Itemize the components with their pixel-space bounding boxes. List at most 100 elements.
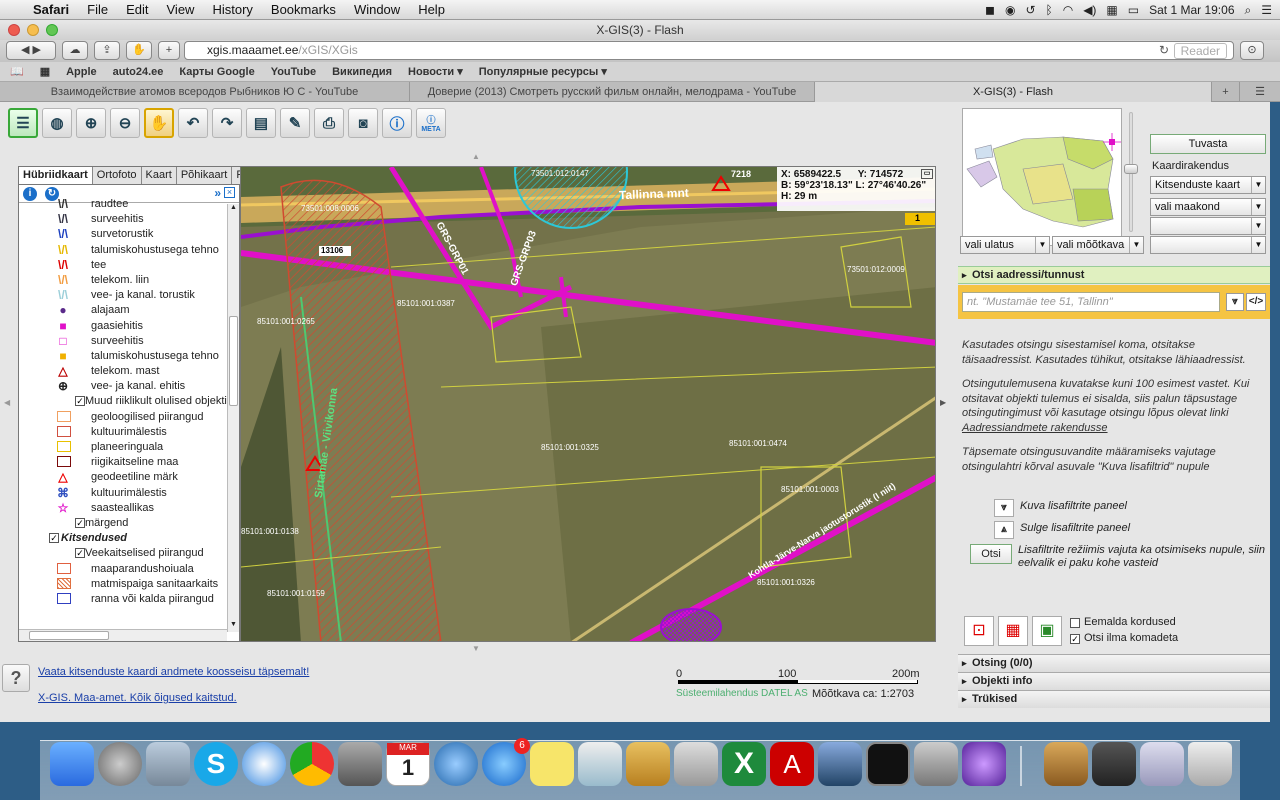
scroll-thumb[interactable] — [229, 316, 238, 406]
grid-results-icon[interactable]: ▦ — [998, 616, 1028, 646]
remove-duplicates-checkbox[interactable] — [1070, 618, 1080, 628]
tab-2[interactable]: Доверие (2013) Смотреть русский фильм он… — [410, 82, 815, 102]
info-icon[interactable]: ⓘ — [382, 108, 412, 138]
bookmark-apple[interactable]: Apple — [58, 66, 105, 78]
data-composition-link[interactable]: Vaata kitsenduste kaardi andmete koossei… — [38, 666, 309, 678]
legend-item[interactable]: ✓ Muud riiklikult olulised objektid — [19, 394, 227, 409]
legend-item[interactable]: ✓ Kitsendused — [19, 531, 227, 546]
itunes-icon[interactable] — [434, 742, 478, 786]
no-commas-checkbox[interactable]: ✓ — [1070, 634, 1080, 644]
excel-icon[interactable]: X — [722, 742, 766, 786]
datetime[interactable]: Sat 1 Mar 19:06 — [1149, 3, 1234, 17]
export-excel-icon[interactable]: ▣ — [1032, 616, 1062, 646]
maakond-select[interactable]: vali maakond ▼ — [1150, 198, 1266, 216]
bookmark-wikipedia[interactable]: Википедия — [324, 66, 400, 78]
reader-button[interactable]: Reader — [1173, 43, 1227, 59]
legend-checkbox[interactable]: ✓ — [75, 517, 85, 528]
tab-overview-icon[interactable]: ☰ — [1240, 82, 1280, 102]
bluetooth-icon[interactable]: ᛒ — [1046, 3, 1053, 17]
redo-icon[interactable]: ↷ — [212, 108, 242, 138]
bookmark-popular[interactable]: Популярные ресурсы ▾ — [471, 65, 615, 78]
calculator-icon[interactable] — [914, 742, 958, 786]
downloads-stack-icon[interactable] — [1044, 742, 1088, 786]
legend-checkbox[interactable]: ✓ — [75, 396, 85, 407]
trash-icon[interactable] — [1188, 742, 1232, 786]
search-header[interactable]: ▸ Otsi aadressi/tunnust — [958, 266, 1270, 284]
tab-1[interactable]: Взаимодействие атомов всеродов Рыбников … — [0, 82, 410, 102]
undo-icon[interactable]: ↶ — [178, 108, 208, 138]
top-sites-icon[interactable]: ▦ — [32, 65, 58, 78]
finder-icon[interactable] — [50, 742, 94, 786]
map-canvas[interactable]: 73501:012:0147 7218 Tallinna mnt 73501:0… — [240, 166, 936, 642]
skype-icon[interactable]: S — [194, 742, 238, 786]
info-meta-icon[interactable]: ⓘ META — [416, 108, 446, 138]
tab-3-active[interactable]: X-GIS(3) - Flash — [815, 82, 1212, 102]
overview-minimap[interactable] — [962, 108, 1122, 246]
empty-select-1[interactable]: ▼ — [1150, 217, 1266, 235]
accordion-object-info[interactable]: Objekti info — [958, 672, 1270, 690]
zoom-out-icon[interactable]: ⊖ — [110, 108, 140, 138]
coords-toggle-icon[interactable]: ▭ — [921, 169, 933, 179]
address-bar[interactable]: xgis.maaamet.ee/xGIS/XGis ↻ Reader — [184, 41, 1234, 60]
zoom-slider[interactable] — [1124, 112, 1138, 232]
measure-ruler-icon[interactable]: ▤ — [246, 108, 276, 138]
eraser-icon[interactable]: ✎ — [280, 108, 310, 138]
menu-edit[interactable]: Edit — [117, 2, 157, 17]
share-icon[interactable]: ⇪ — [94, 41, 120, 60]
safari-icon[interactable] — [242, 742, 286, 786]
menu-file[interactable]: File — [78, 2, 117, 17]
volume-icon[interactable]: ◀) — [1083, 3, 1096, 17]
map-globe-icon[interactable]: ◍ — [42, 108, 72, 138]
camera-icon[interactable]: ◙ — [348, 108, 378, 138]
tab-basemap[interactable]: Põhikaart — [176, 167, 233, 184]
extension-icon[interactable]: ✋ — [126, 41, 152, 60]
estonia-overview-map[interactable] — [963, 109, 1121, 245]
preview-icon[interactable] — [578, 742, 622, 786]
mail-icon[interactable] — [146, 742, 190, 786]
dropbox-icon[interactable]: ◼ — [985, 3, 995, 17]
hscroll-thumb[interactable] — [29, 631, 109, 640]
map-svg[interactable] — [241, 167, 936, 642]
collapse-right-arrow-icon[interactable]: ▶ — [940, 398, 946, 407]
ulatus-select[interactable]: vali ulatus ▼ — [960, 236, 1050, 254]
zoom-window-button[interactable] — [46, 24, 58, 36]
new-tab-icon[interactable]: + — [1212, 82, 1240, 102]
autocad-icon[interactable]: A — [770, 742, 814, 786]
downloads-icon[interactable]: ⊙ — [1240, 41, 1264, 60]
imovie-icon[interactable] — [962, 742, 1006, 786]
minimize-window-button[interactable] — [27, 24, 39, 36]
menu-help[interactable]: Help — [409, 2, 454, 17]
empty-select-2[interactable]: ▼ — [1150, 236, 1266, 254]
bookmark-google-maps[interactable]: Карты Google — [171, 66, 262, 78]
menu-view[interactable]: View — [158, 2, 204, 17]
help-question-icon[interactable]: ? — [2, 664, 30, 692]
tuvasta-button[interactable]: Tuvasta — [1150, 134, 1266, 154]
reload-icon[interactable]: ↻ — [1159, 42, 1169, 59]
tab-map[interactable]: Kaart — [141, 167, 177, 184]
wifi-icon[interactable]: ◠ — [1063, 3, 1073, 17]
accordion-search[interactable]: Otsing (0/0) — [958, 654, 1270, 672]
eye-icon[interactable]: ◉ — [1005, 3, 1015, 17]
zoom-slider-thumb[interactable] — [1124, 164, 1138, 174]
icloud-icon[interactable]: ☁ — [62, 41, 88, 60]
bookmark-youtube[interactable]: YouTube — [263, 66, 324, 78]
calendar-icon[interactable]: MAR 1 — [386, 742, 430, 786]
legend-checkbox[interactable]: ✓ — [75, 548, 85, 559]
kaardirakendus-select[interactable]: Kitsenduste kaart ▼ — [1150, 176, 1266, 194]
app-menu[interactable]: Safari — [24, 2, 78, 17]
app-store-icon[interactable]: 6 — [482, 738, 530, 786]
system-preferences-icon[interactable] — [338, 742, 382, 786]
pan-hand-icon[interactable]: ✋ — [144, 108, 174, 138]
accordion-prints[interactable]: Trükised — [958, 690, 1270, 708]
address-app-link[interactable]: Aadressiandmete rakendusse — [962, 421, 1266, 436]
legend-checkbox[interactable]: ✓ — [49, 533, 59, 544]
legend-item[interactable]: ✓ Veekaitselised piirangud — [19, 546, 227, 561]
tab-orthophoto[interactable]: Ortofoto — [92, 167, 142, 184]
scroll-down-arrow-icon[interactable]: ▼ — [228, 621, 239, 632]
clear-results-icon[interactable]: ⊡ — [964, 616, 994, 646]
collapse-left-arrow-icon[interactable]: ◀ — [4, 398, 10, 407]
back-forward-button[interactable]: ◀ ▶ — [6, 41, 56, 60]
stickies-icon[interactable] — [530, 742, 574, 786]
mootkava-select[interactable]: vali mõõtkava ▼ — [1052, 236, 1144, 254]
address-search-input[interactable]: nt. "Mustamäe tee 51, Tallinn" — [962, 292, 1220, 312]
